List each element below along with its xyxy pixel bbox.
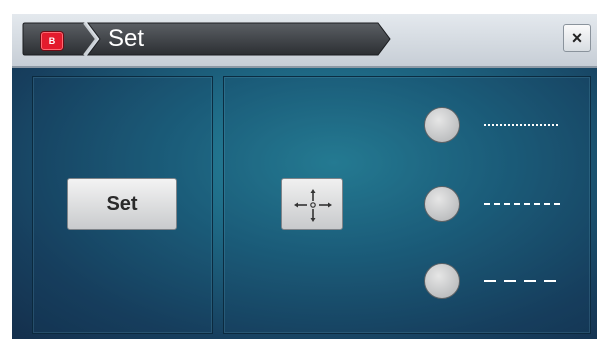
breadcrumb: B Set — [22, 22, 392, 56]
dotted-line-radio[interactable] — [424, 107, 460, 143]
title-bar: B Set × — [12, 14, 597, 68]
dialog-window: B Set × Set — [12, 14, 597, 339]
close-button[interactable]: × — [563, 24, 591, 52]
long-dashed-line-icon — [484, 279, 560, 283]
dashed-line-radio[interactable] — [424, 186, 460, 222]
breadcrumb-background — [22, 22, 391, 56]
long-dashed-line-radio[interactable] — [424, 263, 460, 299]
window-title: Set — [108, 25, 145, 52]
dotted-line-icon — [484, 123, 560, 127]
set-button[interactable]: Set — [67, 178, 177, 230]
app-logo-icon: B — [41, 32, 63, 50]
dashed-line-icon — [484, 202, 560, 206]
move-button[interactable] — [281, 178, 343, 230]
crosshair-move-icon — [294, 189, 332, 222]
